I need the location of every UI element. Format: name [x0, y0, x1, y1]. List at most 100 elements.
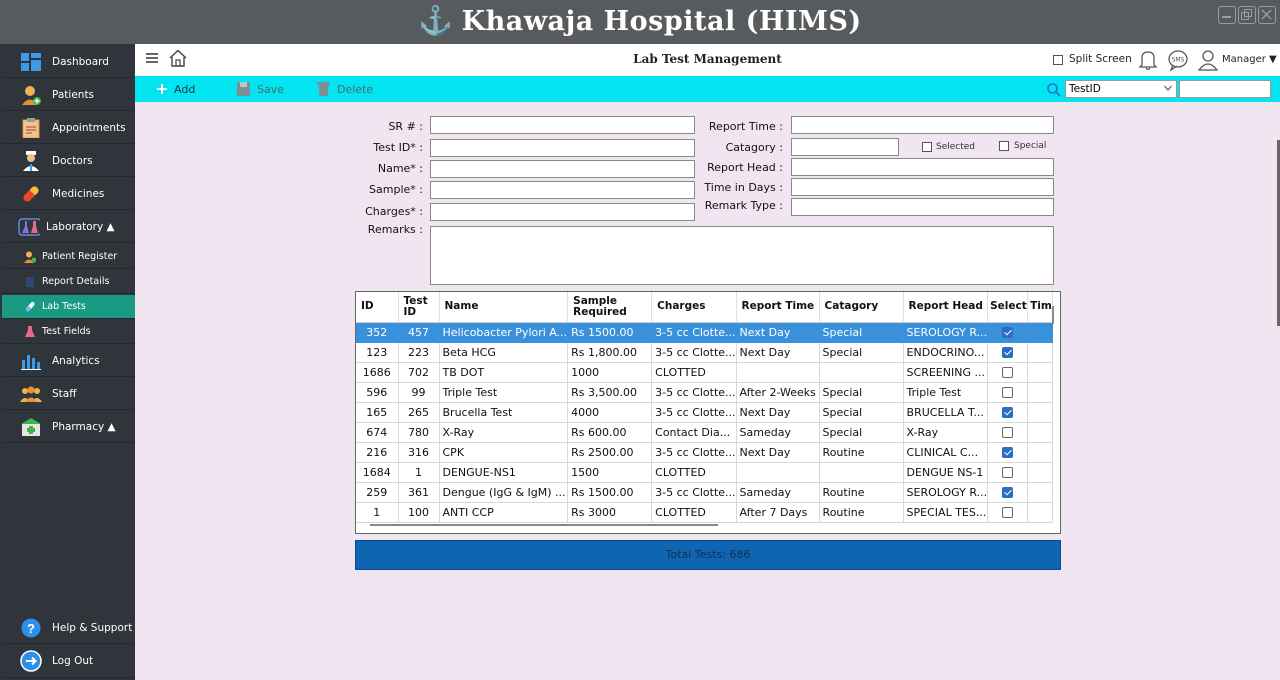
column-header[interactable]: Tim — [1027, 292, 1054, 323]
table-row[interactable]: 1686 702 TB DOT 1000 CLOTTED SCREENING ... — [356, 362, 1054, 383]
split-screen-checkbox[interactable] — [1053, 55, 1063, 65]
select-checkbox[interactable] — [1002, 487, 1014, 498]
table-row[interactable]: 352 457 Helicobacter Pylori A... Rs 1500.00… — [356, 322, 1054, 343]
column-header[interactable]: Charges — [651, 292, 737, 323]
search-field-select[interactable]: TestID — [1065, 80, 1177, 98]
cell-charges: Rs 1,800.00 — [567, 342, 653, 363]
catagory-input[interactable] — [791, 138, 899, 156]
cell-report-head: X-Ray — [903, 422, 989, 443]
sr-input[interactable] — [430, 116, 695, 134]
table-row[interactable]: 674 780 X-Ray Rs 600.00 Contact Dia... Sameda… — [356, 422, 1054, 443]
cell-test-id: 316 — [398, 442, 440, 463]
minimize-button[interactable] — [1218, 6, 1236, 24]
cell-id: 1686 — [356, 362, 399, 383]
report-head-input[interactable] — [791, 158, 1054, 176]
selected-checkbox-label: Selected — [936, 142, 976, 152]
select-checkbox[interactable] — [1002, 447, 1014, 458]
column-header[interactable]: Report Time — [736, 292, 820, 323]
sidebar-item-label: Medicines — [52, 187, 105, 200]
select-checkbox[interactable] — [1002, 327, 1014, 338]
sidebar-item-logout[interactable]: Log Out — [2, 645, 135, 678]
report-time-label: Report Time : — [708, 120, 783, 133]
pill-icon — [20, 183, 42, 205]
search-icon[interactable] — [1047, 82, 1061, 101]
cell-test-id: 457 — [398, 322, 440, 343]
cell-test-id: 223 — [398, 342, 440, 363]
horizontal-scrollbar[interactable] — [370, 524, 718, 526]
select-checkbox[interactable] — [1002, 367, 1014, 378]
sidebar-item-label: Analytics — [52, 354, 100, 367]
cell-charges: Rs 3000 — [567, 502, 653, 523]
name-input[interactable] — [430, 160, 695, 178]
charges-input[interactable] — [430, 203, 695, 221]
sidebar-subitem-report-details[interactable]: Report Details — [2, 270, 135, 294]
column-header[interactable]: Test ID — [398, 292, 440, 323]
table-row[interactable]: 259 361 Dengue (IgG & IgM) ... Rs 1500.00 3-… — [356, 482, 1054, 503]
sidebar-item-pharmacy[interactable]: Pharmacy ▲ — [2, 411, 135, 443]
time-in-days-input[interactable] — [791, 178, 1054, 196]
sidebar-item-label: Staff — [52, 387, 77, 400]
table-row[interactable]: 123 223 Beta HCG Rs 1,800.00 3-5 cc Clotte..… — [356, 342, 1054, 363]
sidebar-item-doctors[interactable]: Doctors — [2, 145, 135, 177]
select-checkbox[interactable] — [1002, 467, 1014, 478]
cell-select — [987, 462, 1029, 483]
sidebar-item-appointments[interactable]: Appointments — [2, 112, 135, 144]
cell-report-time: Sameday — [736, 482, 820, 503]
test-id-input[interactable] — [430, 139, 695, 157]
table-row[interactable]: 596 99 Triple Test Rs 3,500.00 3-5 cc Clotte… — [356, 382, 1054, 403]
select-checkbox[interactable] — [1002, 507, 1014, 518]
sidebar-item-label: Laboratory ▲ — [46, 220, 115, 233]
select-checkbox[interactable] — [1002, 387, 1014, 398]
sidebar-item-medicines[interactable]: Medicines — [2, 178, 135, 210]
sample-input[interactable] — [430, 181, 695, 199]
sidebar-item-dashboard[interactable]: Dashboard — [2, 46, 135, 78]
vertical-scrollbar[interactable] — [1052, 306, 1054, 324]
sidebar-item-patients[interactable]: Patients — [2, 79, 135, 111]
pharmacy-icon — [20, 416, 42, 438]
delete-button[interactable]: Delete — [317, 76, 373, 102]
app-title: ⚓ Khawaja Hospital (HIMS) — [0, 4, 1280, 37]
doctor-icon — [20, 150, 42, 172]
cell-report-head: CLINICAL C... — [903, 442, 989, 463]
sidebar-item-analytics[interactable]: Analytics — [2, 345, 135, 377]
cell-select — [987, 482, 1029, 503]
table-row[interactable]: 165 265 Brucella Test 4000 3-5 cc Clotte... N… — [356, 402, 1054, 423]
sidebar-item-staff[interactable]: Staff — [2, 378, 135, 410]
cell-name: Brucella Test — [439, 402, 569, 423]
select-checkbox[interactable] — [1002, 427, 1014, 438]
add-button[interactable]: Add — [157, 76, 195, 102]
search-input[interactable] — [1179, 80, 1271, 98]
chat-icon[interactable]: SMS — [1167, 49, 1189, 75]
select-checkbox[interactable] — [1002, 347, 1014, 358]
column-header[interactable]: Sample Required — [567, 292, 653, 323]
column-header[interactable]: Select — [987, 292, 1029, 323]
save-button[interactable]: Save — [237, 76, 284, 102]
column-header[interactable]: Catagory — [819, 292, 904, 323]
sidebar-item-help-support[interactable]: ? Help & Support — [2, 612, 135, 644]
table-row[interactable]: 1 100 ANTI CCP Rs 3000 CLOTTED After 7 Days Ro… — [356, 502, 1054, 523]
sidebar-item-laboratory[interactable]: Laboratory ▲ — [2, 211, 135, 243]
selected-checkbox[interactable] — [922, 142, 932, 152]
dashboard-icon — [20, 51, 42, 73]
user-icon[interactable] — [1197, 49, 1219, 75]
remarks-textarea[interactable] — [430, 226, 1054, 285]
column-header[interactable]: Report Head — [903, 292, 989, 323]
close-button[interactable] — [1258, 6, 1276, 24]
table-row[interactable]: 1684 1 DENGUE-NS1 1500 CLOTTED DENGUE NS-1 — [356, 462, 1054, 483]
svg-text:?: ? — [27, 621, 35, 636]
cell-id: 1684 — [356, 462, 399, 483]
notification-bell-icon[interactable] — [1138, 49, 1158, 75]
select-checkbox[interactable] — [1002, 407, 1014, 418]
sidebar-subitem-test-fields[interactable]: Test Fields — [2, 320, 135, 344]
table-row[interactable]: 216 316 CPK Rs 2500.00 3-5 cc Clotte... Next … — [356, 442, 1054, 463]
lab-icon — [18, 216, 40, 238]
remark-type-input[interactable] — [791, 198, 1054, 216]
column-header[interactable]: Name — [439, 292, 569, 323]
restore-button[interactable] — [1238, 6, 1256, 24]
user-menu[interactable]: Manager ▼ — [1222, 54, 1277, 65]
sidebar-subitem-patient-register[interactable]: Patient Register — [2, 245, 135, 269]
sidebar-subitem-lab-tests[interactable]: Lab Tests — [2, 295, 135, 319]
report-time-input[interactable] — [791, 116, 1054, 134]
column-header[interactable]: ID — [356, 292, 399, 323]
special-checkbox[interactable] — [999, 141, 1009, 151]
